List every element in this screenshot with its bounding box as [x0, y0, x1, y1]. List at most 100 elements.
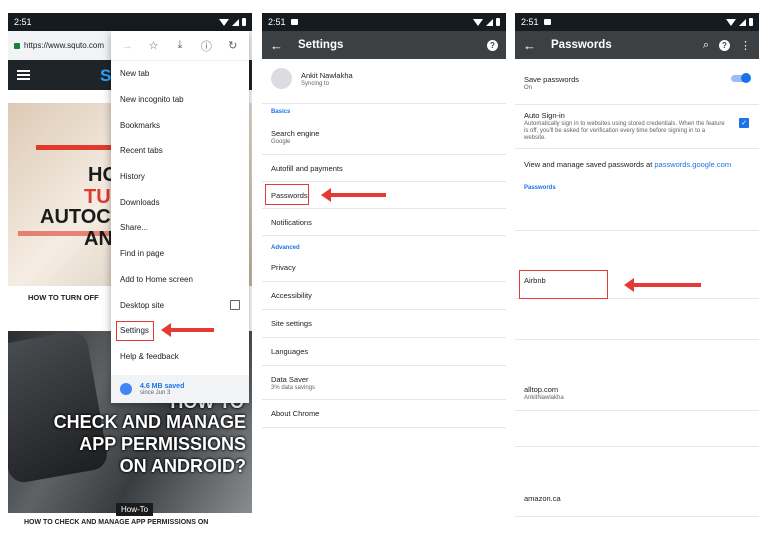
manage-passwords-row: View and manage saved passwords at passw… [515, 149, 759, 179]
signal-icon [739, 18, 746, 26]
url-text: https://www.squto.com [24, 41, 105, 50]
refresh-icon[interactable]: ↻ [225, 39, 241, 52]
manage-link[interactable]: passwords.google.com [654, 160, 731, 169]
settings-item-autofill[interactable]: Autofill and payments [262, 155, 506, 182]
auto-signin-checkbox[interactable]: ✓ [739, 118, 749, 128]
account-name: Ankit Nawlakha [301, 71, 353, 80]
divider [515, 339, 759, 340]
settings-item-site-settings[interactable]: Site settings [262, 310, 506, 338]
menu-item-history[interactable]: History [111, 164, 249, 190]
section-header-advanced: Advanced [271, 245, 300, 251]
page-title: Passwords [551, 39, 612, 51]
menu-item-share[interactable]: Share... [111, 215, 249, 241]
menu-item-label: Desktop site [120, 300, 165, 310]
annotation-arrow [624, 278, 701, 292]
menu-item-help-feedback[interactable]: Help & feedback [111, 344, 249, 370]
settings-item-search-engine[interactable]: Search engine Google [262, 119, 506, 155]
account-info[interactable]: Ankit Nawlakha Syncing to [301, 71, 353, 87]
item-value: Google [271, 138, 291, 145]
entry-username: AnkitNawlakha [524, 394, 564, 401]
auto-signin-setting[interactable]: Auto Sign-in Automatically sign in to we… [515, 105, 759, 149]
settings-item-accessibility[interactable]: Accessibility [262, 282, 506, 310]
avatar[interactable] [271, 68, 292, 89]
category-tag[interactable]: How-To [116, 503, 154, 516]
article-headline-line: CHECK AND MANAGE [53, 412, 246, 432]
passwords-highlight-box [265, 184, 309, 205]
battery-icon [749, 18, 753, 26]
status-bar: 2:51 [8, 13, 252, 31]
settings-item-notifications[interactable]: Notifications [262, 209, 506, 236]
image-notification-icon [543, 19, 551, 25]
article-headline-line: APP PERMISSIONS [79, 434, 246, 454]
wifi-icon [219, 18, 229, 26]
help-icon[interactable]: ? [719, 39, 730, 51]
menu-item-downloads[interactable]: Downloads [111, 189, 249, 215]
lock-icon [14, 42, 20, 49]
saved-amount: 4.6 MB saved [140, 382, 185, 390]
wifi-icon [726, 18, 736, 26]
item-value: On [524, 84, 533, 91]
settings-highlight-box [116, 321, 154, 341]
save-passwords-setting[interactable]: Save passwords On [515, 61, 759, 105]
item-title: Data Saver [271, 374, 309, 384]
menu-item-bookmarks[interactable]: Bookmarks [111, 112, 249, 138]
data-saver-summary[interactable]: 4.6 MB saved since Jun 3 [111, 375, 249, 403]
menu-item-recent-tabs[interactable]: Recent tabs [111, 138, 249, 164]
article-headline-line: ON ANDROID? [119, 456, 246, 476]
entry-site: amazon.ca [524, 494, 561, 503]
status-time: 2:51 [521, 17, 539, 27]
status-time: 2:51 [268, 17, 286, 27]
more-vert-icon[interactable]: ⋮ [740, 39, 751, 52]
settings-item-languages[interactable]: Languages [262, 338, 506, 366]
data-saver-icon [120, 383, 132, 395]
menu-icon-row: → ☆ ⤓ ⓘ ↻ [111, 31, 249, 61]
image-notification-icon [290, 19, 298, 25]
hamburger-menu-icon[interactable] [17, 70, 30, 80]
back-arrow-icon[interactable]: ← [270, 38, 290, 53]
settings-item-about-chrome[interactable]: About Chrome [262, 400, 506, 428]
item-title: Notifications [271, 217, 312, 227]
save-passwords-toggle[interactable] [731, 73, 751, 83]
settings-item-data-saver[interactable]: Data Saver 3% data savings [262, 366, 506, 400]
menu-item-new-tab[interactable]: New tab [111, 61, 249, 87]
article-caption[interactable]: HOW TO CHECK AND MANAGE APP PERMISSIONS … [24, 519, 208, 526]
page-title: Settings [298, 39, 344, 51]
divider [262, 103, 506, 104]
password-entry[interactable]: amazon.ca [515, 481, 759, 517]
app-toolbar: ← Passwords ⌕ ? ⋮ [515, 31, 759, 59]
wifi-icon [473, 18, 483, 26]
manage-text: View and manage saved passwords at [524, 159, 655, 169]
entry-site: alltop.com [524, 384, 559, 394]
menu-item-add-to-home-screen[interactable]: Add to Home screen [111, 267, 249, 293]
item-title: About Chrome [271, 409, 320, 418]
back-arrow-icon[interactable]: ← [523, 38, 543, 53]
phone-graphic [8, 329, 110, 485]
download-icon[interactable]: ⤓ [172, 39, 188, 52]
airbnb-highlight-box [519, 270, 608, 299]
help-icon[interactable]: ? [487, 39, 498, 51]
forward-icon[interactable]: → [119, 40, 135, 52]
chrome-overflow-menu: → ☆ ⤓ ⓘ ↻ New tab New incognito tab Book… [111, 31, 249, 403]
passwords-screen: 2:51 ← Passwords ⌕ ? ⋮ Save passwords On… [515, 13, 759, 528]
desktop-site-checkbox[interactable] [230, 300, 240, 311]
status-bar: 2:51 [262, 13, 506, 31]
divider [515, 446, 759, 447]
menu-item-desktop-site[interactable]: Desktop site [111, 292, 249, 318]
menu-item-find-in-page[interactable]: Find in page [111, 241, 249, 267]
saved-since: since Jun 3 [140, 389, 171, 396]
menu-item-new-incognito-tab[interactable]: New incognito tab [111, 87, 249, 113]
decor-bar [36, 145, 116, 150]
status-icons [473, 18, 500, 26]
article-headline-line: AN [84, 228, 113, 250]
site-logo[interactable]: S [100, 66, 111, 86]
article-caption[interactable]: HOW TO TURN OFF [28, 293, 99, 302]
status-bar: 2:51 [515, 13, 759, 31]
star-icon[interactable]: ☆ [146, 39, 162, 52]
search-icon[interactable]: ⌕ [703, 39, 709, 52]
settings-item-privacy[interactable]: Privacy [262, 254, 506, 282]
info-icon[interactable]: ⓘ [198, 38, 214, 54]
item-title: Save passwords [524, 74, 580, 84]
item-title: Autofill and payments [271, 163, 343, 173]
password-entry[interactable]: alltop.com AnkitNawlakha [515, 375, 759, 411]
article-headline-line: TU [84, 186, 111, 208]
